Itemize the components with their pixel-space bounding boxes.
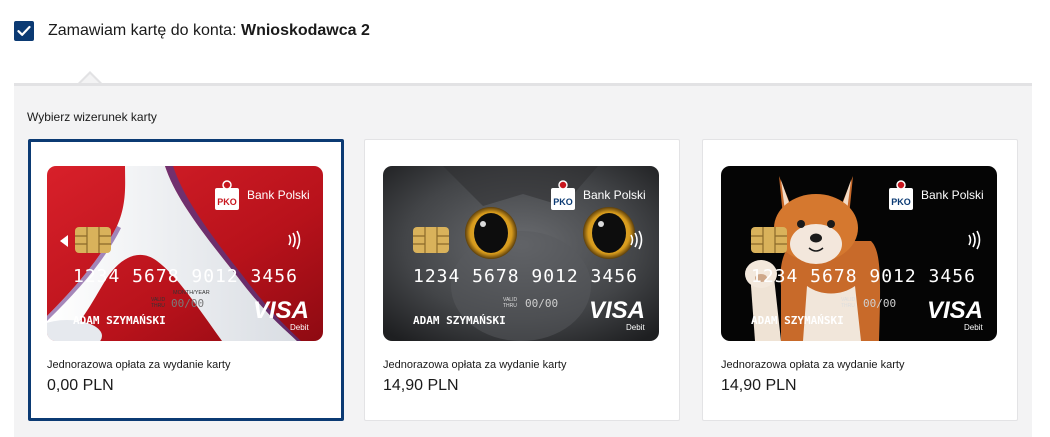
card-design-panel: Wybierz wizerunek karty PKO Bank Polski …	[14, 83, 1032, 437]
card-thru-label: THRU	[151, 303, 165, 309]
card-thru-label: THRU	[503, 303, 517, 309]
card-bank-name: Bank Polski	[583, 188, 646, 202]
card-number: 1234 5678 9012 3456	[413, 266, 638, 287]
visa-debit-label: Debit	[290, 323, 309, 332]
chip-icon	[413, 227, 449, 253]
fee-label: Jednorazowa opłata za wydanie karty	[721, 359, 905, 371]
order-card-row[interactable]: Zamawiam kartę do konta: Wnioskodawca 2	[14, 21, 370, 41]
card-holder: ADAM SZYMAŃSKI	[413, 314, 506, 327]
card-option-red[interactable]: PKO Bank Polski 1234 5678 9012 3456 MONT…	[28, 139, 344, 421]
card-option-dog[interactable]: PKO Bank Polski 1234 5678 9012 3456 VALI…	[702, 139, 1018, 421]
svg-text:PKO: PKO	[891, 197, 911, 207]
card-bank-name: Bank Polski	[247, 188, 310, 202]
card-option-cat[interactable]: PKO Bank Polski 1234 5678 9012 3456 VALI…	[364, 139, 680, 421]
visa-debit-label: Debit	[626, 323, 645, 332]
card-image-red: PKO Bank Polski 1234 5678 9012 3456 MONT…	[47, 166, 323, 341]
card-holder: ADAM SZYMAŃSKI	[73, 314, 166, 327]
card-bank-name: Bank Polski	[921, 188, 984, 202]
panel-title: Wybierz wizerunek karty	[27, 110, 157, 124]
order-account-name: Wnioskodawca 2	[240, 22, 370, 39]
visa-logo: VISA	[253, 297, 309, 324]
svg-text:PKO: PKO	[553, 197, 573, 207]
card-expiry: 00/00	[525, 297, 558, 310]
order-card-checkbox[interactable]	[14, 21, 34, 41]
order-card-label: Zamawiam kartę do konta: Wnioskodawca 2	[48, 22, 370, 40]
fee-label: Jednorazowa opłata za wydanie karty	[47, 359, 231, 371]
card-number: 1234 5678 9012 3456	[73, 266, 298, 287]
fee-price: 14,90 PLN	[383, 377, 459, 394]
visa-debit-label: Debit	[964, 323, 983, 332]
card-thru-label: THRU	[841, 303, 855, 309]
visa-logo: VISA	[927, 297, 983, 324]
chip-icon	[75, 227, 111, 253]
order-label-text: Zamawiam kartę do konta:	[48, 22, 241, 39]
card-month-year-label: MONTH/YEAR	[173, 290, 210, 296]
svg-text:PKO: PKO	[217, 197, 237, 207]
checkmark-icon	[17, 25, 31, 36]
cat-eye-left-icon	[465, 207, 517, 259]
fee-label: Jednorazowa opłata za wydanie karty	[383, 359, 567, 371]
cat-eye-right-icon	[583, 207, 635, 259]
card-expiry: 00/00	[171, 297, 204, 310]
card-holder: ADAM SZYMAŃSKI	[751, 314, 844, 327]
visa-logo: VISA	[589, 297, 645, 324]
fee-price: 14,90 PLN	[721, 377, 797, 394]
card-image-dog: PKO Bank Polski 1234 5678 9012 3456 VALI…	[721, 166, 997, 341]
card-number: 1234 5678 9012 3456	[751, 266, 976, 287]
card-expiry: 00/00	[863, 297, 896, 310]
chip-icon	[751, 227, 787, 253]
card-image-cat: PKO Bank Polski 1234 5678 9012 3456 VALI…	[383, 166, 659, 341]
fee-price: 0,00 PLN	[47, 377, 114, 394]
